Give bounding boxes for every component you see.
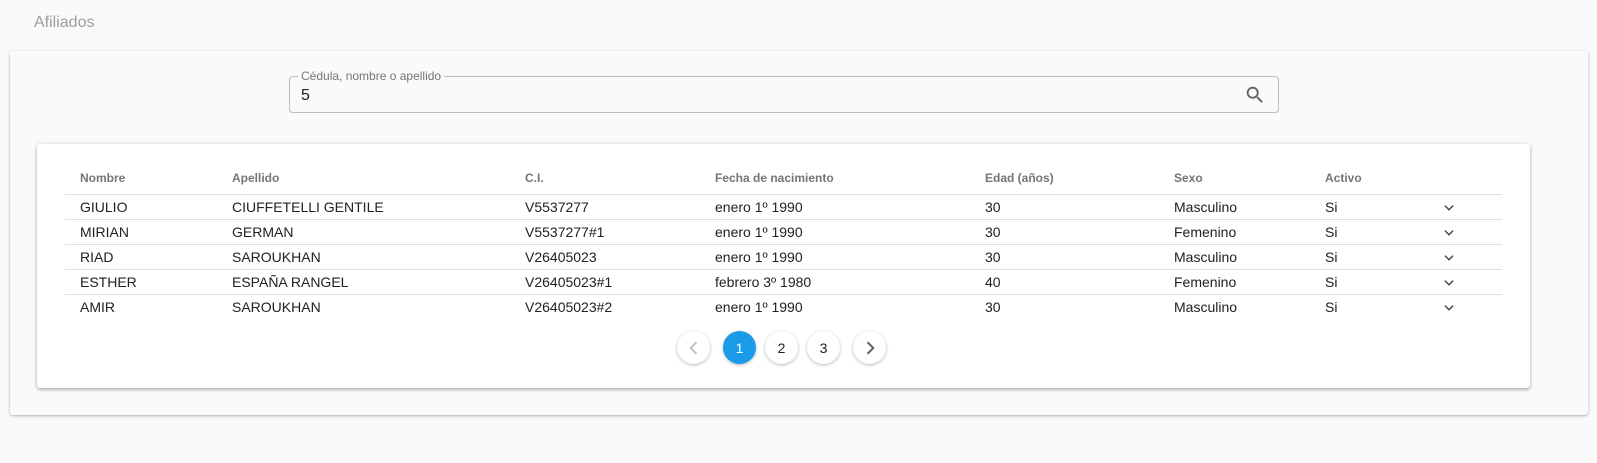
row-expand[interactable]	[1442, 194, 1502, 220]
cell-activo: Si	[1325, 299, 1338, 315]
row-expand[interactable]	[1442, 269, 1502, 295]
header-fecha-nacimiento[interactable]: Fecha de nacimiento	[700, 162, 970, 195]
cell-edad: 30	[985, 299, 1001, 315]
cell-sexo: Masculino	[1159, 194, 1310, 220]
cell-sexo: Masculino	[1174, 299, 1238, 315]
chevron-down-icon[interactable]	[1442, 226, 1456, 240]
cell-fecha: febrero 3º 1980	[700, 269, 970, 295]
header-edad[interactable]: Edad (años)	[970, 162, 1159, 195]
chevron-left-icon	[688, 341, 697, 354]
affiliates-panel: Cédula, nombre o apellido 5 Nombre Apell…	[10, 51, 1588, 415]
cell-apellido: SAROUKHAN	[232, 299, 321, 315]
cell-fecha: enero 1º 1990	[700, 244, 970, 270]
pagination: 1 2 3	[677, 331, 886, 365]
cell-activo: Si	[1310, 269, 1442, 295]
table-row[interactable]: AMIR SAROUKHAN V26405023#2 enero 1º 1990…	[65, 295, 1502, 320]
pagination-next-button[interactable]	[853, 331, 886, 364]
cell-apellido: SAROUKHAN	[217, 244, 510, 270]
table-row[interactable]: GIULIO CIUFFETELLI GENTILE V5537277 ener…	[65, 194, 1502, 220]
header-sexo[interactable]: Sexo	[1159, 162, 1310, 195]
cell-sexo: Femenino	[1159, 269, 1310, 295]
page-button-3[interactable]: 3	[807, 331, 840, 364]
cell-nombre: AMIR	[80, 299, 115, 315]
cell-apellido: ESPAÑA RANGEL	[217, 269, 510, 295]
cell-ci: V26405023#2	[525, 299, 613, 315]
cell-ci: V5537277	[510, 194, 700, 220]
cell-ci: V5537277#1	[510, 219, 700, 245]
cell-ci: V26405023	[510, 244, 700, 270]
cell-sexo: Masculino	[1159, 244, 1310, 270]
cell-edad: 40	[970, 269, 1159, 295]
page-button-1[interactable]: 1	[723, 331, 756, 364]
header-activo[interactable]: Activo	[1310, 162, 1442, 195]
cell-activo: Si	[1310, 244, 1442, 270]
cell-fecha: enero 1º 1990	[715, 299, 803, 315]
header-nombre[interactable]: Nombre	[65, 162, 217, 195]
chevron-right-icon	[866, 340, 875, 355]
cell-edad: 30	[970, 219, 1159, 245]
header-apellido[interactable]: Apellido	[217, 162, 510, 195]
cell-nombre: ESTHER	[65, 269, 217, 295]
cell-apellido: GERMAN	[217, 219, 510, 245]
table-row[interactable]: RIAD SAROUKHAN V26405023 enero 1º 1990 3…	[65, 244, 1502, 270]
cell-ci: V26405023#1	[510, 269, 700, 295]
header-ci[interactable]: C.I.	[510, 162, 700, 195]
search-field[interactable]: Cédula, nombre o apellido 5	[289, 69, 1279, 113]
chevron-down-icon[interactable]	[1442, 301, 1456, 315]
page-title: Afiliados	[34, 14, 95, 31]
page-button-2[interactable]: 2	[765, 331, 798, 364]
row-expand[interactable]	[1442, 219, 1502, 245]
row-expand[interactable]	[1442, 244, 1502, 270]
cell-apellido: CIUFFETELLI GENTILE	[217, 194, 510, 220]
chevron-down-icon[interactable]	[1442, 276, 1456, 290]
header-expand	[1442, 162, 1502, 195]
row-expand[interactable]	[1442, 295, 1502, 320]
affiliates-table-card: Nombre Apellido C.I. Fecha de nacimiento…	[37, 144, 1530, 388]
cell-nombre: GIULIO	[65, 194, 217, 220]
cell-fecha: enero 1º 1990	[700, 219, 970, 245]
cell-fecha: enero 1º 1990	[700, 194, 970, 220]
chevron-down-icon[interactable]	[1442, 251, 1456, 265]
cell-nombre: RIAD	[65, 244, 217, 270]
cell-edad: 30	[970, 244, 1159, 270]
affiliates-table: Nombre Apellido C.I. Fecha de nacimiento…	[65, 162, 1502, 319]
chevron-down-icon[interactable]	[1442, 201, 1456, 215]
search-input[interactable]: 5	[301, 87, 310, 105]
cell-edad: 30	[970, 194, 1159, 220]
table-header-row: Nombre Apellido C.I. Fecha de nacimiento…	[65, 162, 1502, 195]
cell-nombre: MIRIAN	[65, 219, 217, 245]
search-label: Cédula, nombre o apellido	[298, 69, 445, 83]
cell-activo: Si	[1310, 219, 1442, 245]
cell-activo: Si	[1310, 194, 1442, 220]
search-icon[interactable]	[1244, 84, 1266, 106]
table-row[interactable]: MIRIAN GERMAN V5537277#1 enero 1º 1990 3…	[65, 219, 1502, 245]
table-row[interactable]: ESTHER ESPAÑA RANGEL V26405023#1 febrero…	[65, 269, 1502, 295]
pagination-prev-button[interactable]	[677, 331, 710, 364]
cell-sexo: Femenino	[1159, 219, 1310, 245]
